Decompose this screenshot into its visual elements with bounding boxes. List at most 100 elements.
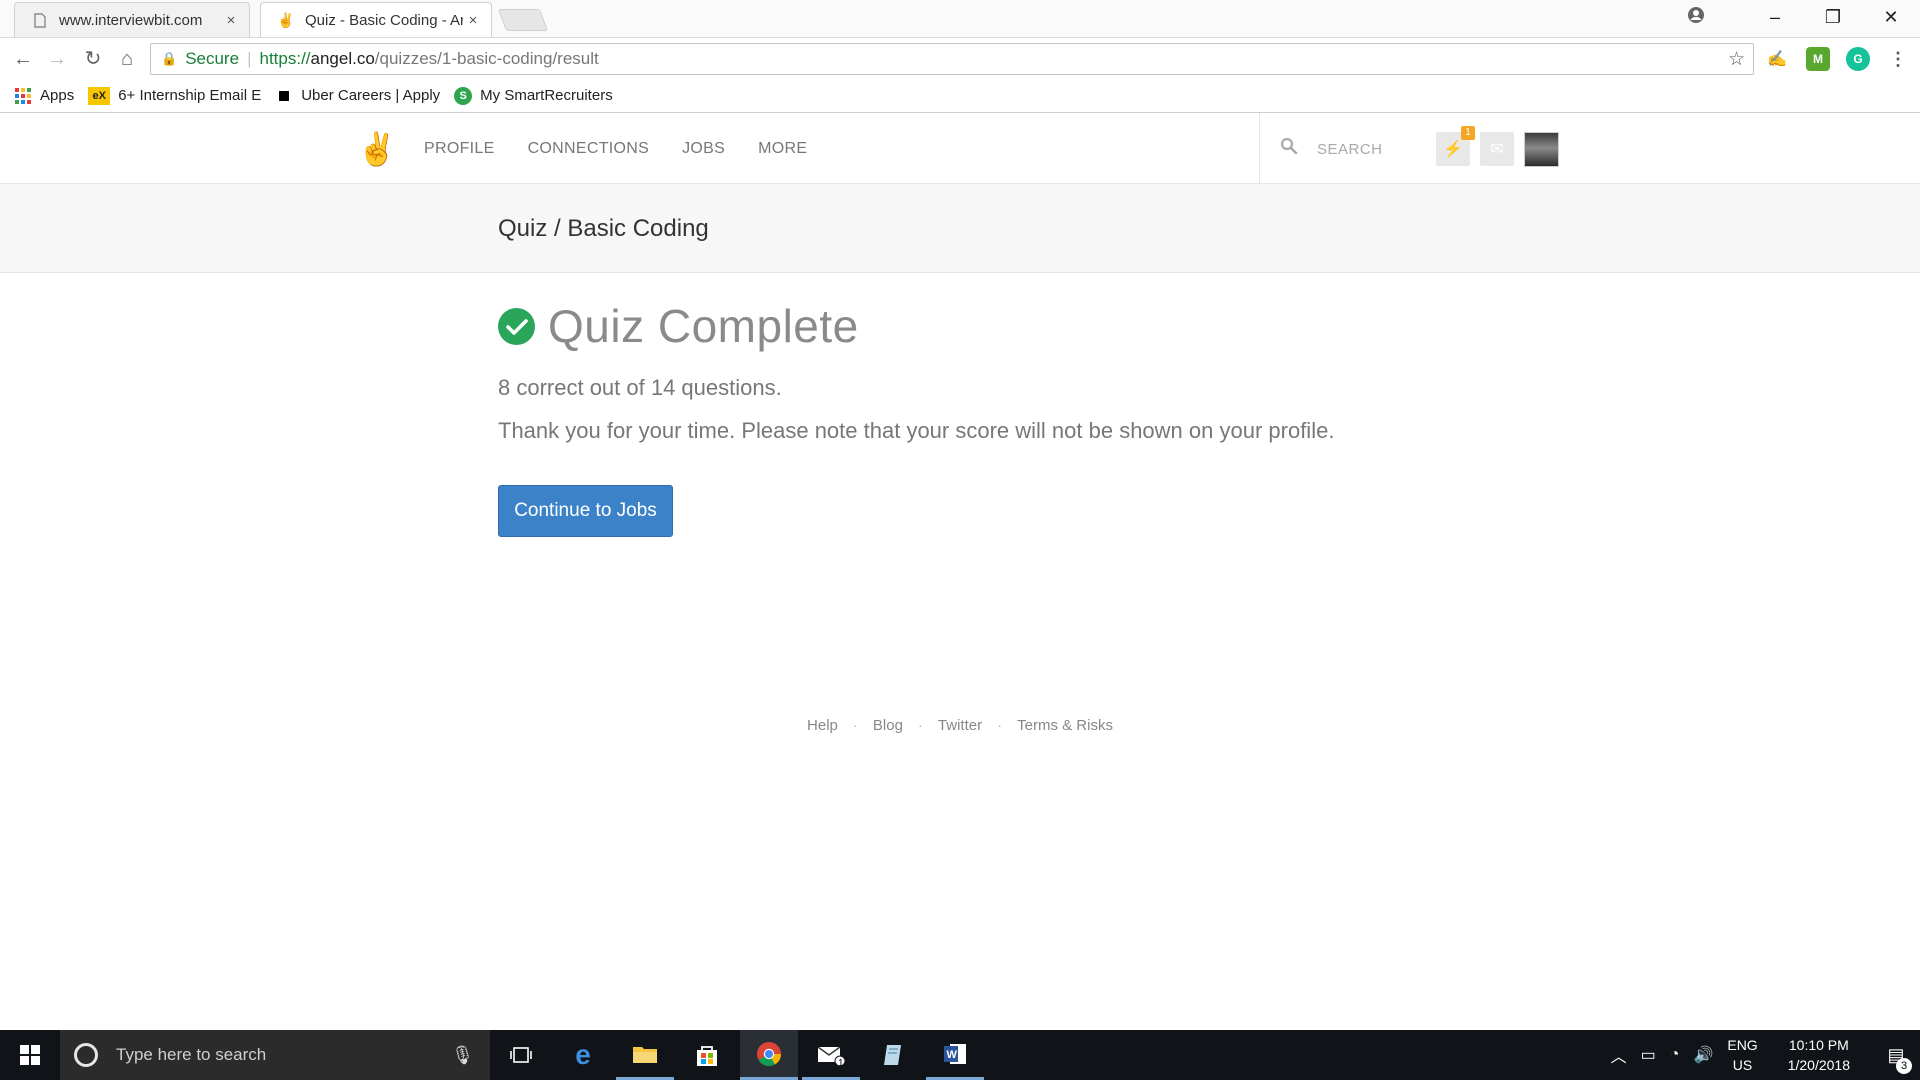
nav-more[interactable]: MORE	[758, 140, 807, 158]
bookmark-star-icon[interactable]: ☆	[1728, 48, 1745, 71]
apps-grid-icon	[14, 87, 32, 105]
bookmark-internship-email[interactable]: eX 6+ Internship Email E	[88, 86, 262, 105]
breadcrumb-band: Quiz / Basic Coding	[0, 184, 1920, 273]
mail-app-icon[interactable]: 1	[802, 1030, 860, 1080]
reload-icon[interactable]: ↻	[80, 46, 106, 72]
nav-connections[interactable]: CONNECTIONS	[528, 140, 650, 158]
window-controls: – ❐ ✕	[1676, 0, 1920, 34]
wifi-icon[interactable]: ◔	[1670, 1046, 1680, 1064]
browser-toolbar: ← → ↻ ⌂ 🔒 Secure | https:// angel.co /qu…	[0, 37, 1920, 79]
tab-quiz-basic-coding[interactable]: ✌ Quiz - Basic Coding - An ×	[260, 2, 492, 37]
notifications-button[interactable]: ⚡ 1	[1436, 126, 1475, 166]
task-view-icon[interactable]	[492, 1030, 550, 1080]
score-text: 8 correct out of 14 questions.	[498, 375, 782, 400]
footer-link-terms[interactable]: Terms & Risks	[1017, 717, 1113, 734]
taskbar-search-input[interactable]: Type here to search 🎙	[60, 1030, 490, 1080]
show-hidden-icons-icon[interactable]: ︿	[1611, 1043, 1627, 1067]
angellist-icon: ✌	[277, 11, 295, 28]
notification-count-badge: 3	[1896, 1057, 1912, 1074]
clock[interactable]: 10:10 PM 1/20/2018	[1788, 1035, 1850, 1075]
url-scheme: https://	[259, 49, 311, 68]
notification-badge: 1	[1461, 126, 1475, 140]
site-header: ✌ PROFILE CONNECTIONS JOBS MORE SEARCH ⚡…	[0, 113, 1920, 184]
tab-title: Quiz - Basic Coding - An	[305, 11, 463, 29]
continue-to-jobs-button[interactable]: Continue to Jobs	[498, 485, 673, 537]
microphone-icon[interactable]: 🎙	[451, 1045, 474, 1066]
bookmark-label: Uber Careers | Apply	[301, 87, 441, 104]
battery-icon[interactable]: ▭	[1641, 1045, 1656, 1065]
region-code: US	[1732, 1057, 1753, 1073]
footer-link-twitter[interactable]: Twitter	[938, 717, 982, 734]
bookmark-smartrecruiters[interactable]: S My SmartRecruiters	[454, 86, 613, 105]
main-nav: PROFILE CONNECTIONS JOBS MORE	[424, 113, 840, 184]
lightning-icon: ⚡	[1443, 141, 1463, 158]
bookmark-uber-careers[interactable]: Uber Careers | Apply	[275, 87, 440, 105]
footer-separator: ·	[852, 717, 858, 734]
envelope-icon: ✉	[1490, 141, 1504, 158]
extension-hand-icon[interactable]: ✍	[1765, 47, 1789, 71]
url-host: angel.co	[310, 49, 375, 68]
header-search-area: SEARCH ⚡ 1 ✉	[1259, 113, 1920, 184]
file-explorer-icon[interactable]	[616, 1030, 674, 1080]
chrome-profile-icon[interactable]	[1676, 6, 1716, 29]
score-note: Thank you for your time. Please note tha…	[498, 418, 1335, 443]
avatar[interactable]	[1524, 132, 1559, 167]
extension-grammarly-icon[interactable]: G	[1846, 47, 1870, 71]
back-arrow-icon[interactable]: ←	[10, 46, 36, 72]
search-input[interactable]: SEARCH	[1317, 141, 1383, 158]
nav-jobs[interactable]: JOBS	[682, 140, 725, 158]
footer-separator: ·	[997, 717, 1003, 734]
page-icon	[31, 11, 49, 29]
minimize-icon[interactable]: –	[1746, 7, 1804, 28]
word-app-icon[interactable]: W	[926, 1030, 984, 1080]
bookmark-label: My SmartRecruiters	[480, 87, 613, 104]
footer-link-blog[interactable]: Blog	[873, 717, 903, 734]
checkmark-circle-icon	[498, 308, 535, 345]
ex-icon: eX	[88, 86, 111, 105]
microsoft-store-icon[interactable]	[678, 1030, 736, 1080]
url-path: /quizzes/1-basic-coding/result	[374, 49, 599, 68]
search-icon	[1280, 137, 1298, 160]
notes-app-icon[interactable]	[864, 1030, 922, 1080]
cortana-icon	[74, 1043, 98, 1067]
edge-browser-icon[interactable]: e	[554, 1030, 612, 1080]
windows-start-icon[interactable]	[0, 1030, 60, 1080]
page-title: Quiz Complete	[548, 300, 859, 352]
site-footer: Help · Blog · Twitter · Terms & Risks	[0, 717, 1920, 734]
tab-close-icon[interactable]: ×	[463, 12, 483, 29]
tab-close-icon[interactable]: ×	[221, 12, 241, 29]
forward-arrow-icon[interactable]: →	[44, 46, 70, 72]
nav-profile[interactable]: PROFILE	[424, 140, 495, 158]
new-tab-button[interactable]	[497, 9, 549, 31]
smartrecruiters-icon: S	[454, 86, 473, 105]
browser-tab-strip: www.interviewbit.com × ✌ Quiz - Basic Co…	[0, 0, 1920, 37]
extension-evernote-icon[interactable]: M	[1806, 47, 1830, 71]
omnibox-separator: |	[247, 49, 252, 68]
bookmarks-bar: Apps eX 6+ Internship Email E Uber Caree…	[0, 79, 1920, 113]
restore-icon[interactable]: ❐	[1804, 7, 1862, 28]
clock-time: 10:10 PM	[1788, 1037, 1849, 1053]
clock-date: 1/20/2018	[1787, 1057, 1850, 1073]
footer-link-help[interactable]: Help	[807, 717, 838, 734]
angellist-logo-icon[interactable]: ✌	[357, 131, 397, 167]
breadcrumb: Quiz / Basic Coding	[498, 215, 709, 242]
close-window-icon[interactable]: ✕	[1862, 7, 1920, 28]
lock-icon: 🔒	[161, 51, 178, 66]
system-tray: ︿ ▭ ◔ 🔊 ENG US 10:10 PM 1/20/2018 ▤ 3	[1611, 1030, 1920, 1080]
bookmark-apps[interactable]: Apps	[14, 87, 74, 105]
footer-separator: ·	[917, 717, 923, 734]
language-code: ENG	[1727, 1037, 1758, 1053]
uber-icon	[275, 87, 293, 105]
volume-icon[interactable]: 🔊	[1693, 1045, 1713, 1065]
tab-interviewbit[interactable]: www.interviewbit.com ×	[14, 2, 250, 37]
bookmark-label: 6+ Internship Email E	[118, 87, 262, 104]
action-center-icon[interactable]: ▤ 3	[1872, 1045, 1920, 1074]
tab-title: www.interviewbit.com	[59, 11, 203, 29]
chrome-app-icon[interactable]	[740, 1030, 798, 1080]
address-bar[interactable]: 🔒 Secure | https:// angel.co /quizzes/1-…	[150, 43, 1754, 75]
chrome-menu-icon[interactable]: ⋮	[1886, 47, 1910, 71]
svg-text:W: W	[947, 1049, 958, 1061]
home-icon[interactable]: ⌂	[114, 46, 140, 72]
messages-button[interactable]: ✉	[1480, 132, 1514, 166]
language-indicator[interactable]: ENG US	[1727, 1035, 1757, 1075]
